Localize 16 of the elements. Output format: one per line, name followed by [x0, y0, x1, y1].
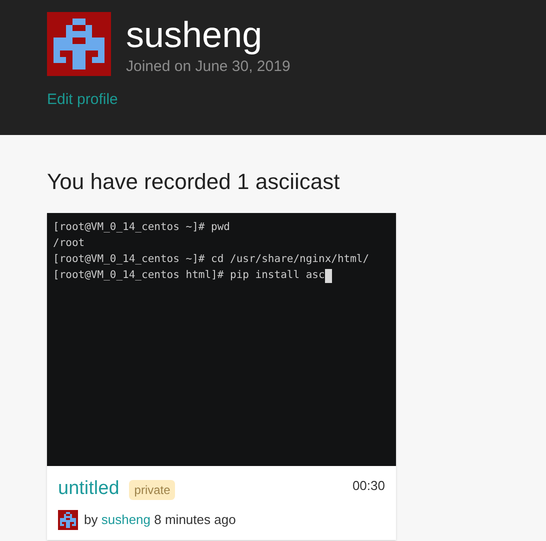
section-heading: You have recorded 1 asciicast	[47, 168, 341, 196]
avatar-icon	[47, 12, 111, 76]
terminal-line: [root@VM_0_14_centos ~]# pwd	[53, 220, 230, 236]
terminal-preview[interactable]: [root@VM_0_14_centos ~]# pwd /root [root@VM_0_14_centos ~]# cd /usr/share/nginx/html/ [root@VM_0_14_centos html]# pip install asc	[47, 213, 396, 466]
username: susheng	[126, 13, 264, 57]
avatar-icon	[58, 510, 78, 530]
terminal-line: /root	[53, 236, 85, 252]
asciicast-title[interactable]: untitled	[58, 476, 120, 502]
edit-profile-link[interactable]: Edit profile	[47, 89, 118, 112]
duration: 00:30	[352, 477, 385, 495]
private-badge: private	[129, 480, 176, 500]
author-link[interactable]: susheng	[101, 512, 151, 528]
byline: by susheng 8 minutes ago	[84, 511, 236, 530]
joined-date: Joined on June 30, 2019	[126, 57, 290, 77]
terminal-line: [root@VM_0_14_centos ~]# cd /usr/share/nginx/html/	[53, 252, 370, 268]
terminal-line: [root@VM_0_14_centos html]# pip install asc	[53, 268, 325, 284]
